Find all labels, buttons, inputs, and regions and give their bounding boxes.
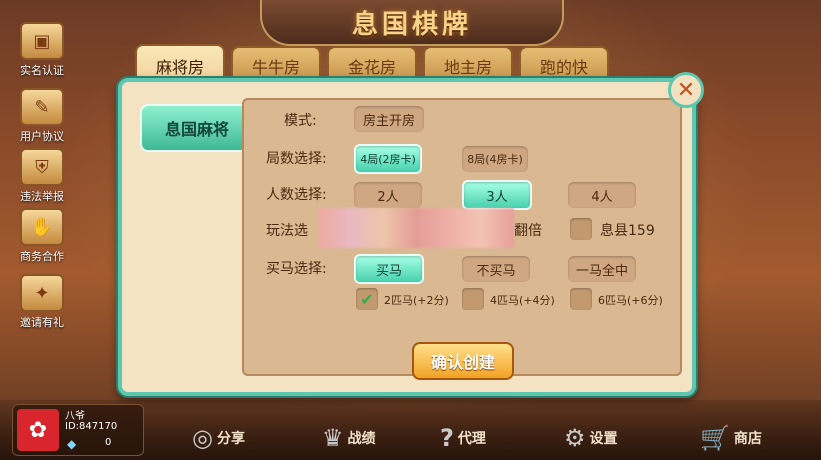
nav-share[interactable]: ◎ 分享 (192, 420, 245, 456)
title-banner: 息国棋牌 (260, 0, 564, 46)
side-item-agreement[interactable]: ✎ 用户协议 (6, 88, 78, 144)
user-id: ID:847170 (65, 421, 118, 432)
handshake-icon: ✋ (20, 208, 64, 246)
players-option-4[interactable]: 4人 (568, 182, 636, 208)
agreement-icon: ✎ (20, 88, 64, 126)
buy-horse-option-yes[interactable]: 买马 (354, 254, 424, 284)
diamond-icon: ◆ (67, 437, 77, 451)
cart-icon: 🛒 (700, 424, 730, 452)
nav-label: 分享 (216, 431, 245, 447)
horse-count-2-checkbox[interactable]: ✔ (356, 288, 378, 310)
avatar: ✿ (17, 409, 59, 451)
report-shield-icon: ⛨ (20, 148, 64, 186)
checkmark-icon: ✔ (360, 289, 374, 309)
rules-partial-option: 翻倍 (514, 223, 542, 239)
players-label: 人数选择: (266, 187, 327, 203)
side-item-business[interactable]: ✋ 商务合作 (6, 208, 78, 264)
rounds-option-4[interactable]: 4局(2房卡) (354, 144, 422, 174)
buy-horse-option-no[interactable]: 不买马 (462, 256, 530, 282)
horse-count-4-checkbox[interactable] (462, 288, 484, 310)
nav-label: 战绩 (347, 431, 376, 447)
nav-shop[interactable]: 🛒 商店 (700, 420, 762, 456)
side-item-label: 商务合作 (20, 250, 64, 263)
close-icon: ✕ (676, 77, 696, 103)
gear-icon: ⚙ (564, 424, 586, 452)
side-item-realname[interactable]: ▣ 实名认证 (6, 22, 78, 78)
trophy-icon: ♛ (322, 424, 344, 452)
diamond-count: 0 (105, 437, 112, 448)
rounds-label: 局数选择: (266, 151, 327, 167)
rules-extra-checkbox[interactable] (570, 218, 592, 240)
nav-label: 商店 (733, 431, 762, 447)
buy-horse-label: 买马选择: (266, 261, 327, 277)
user-info[interactable]: ✿ 八爷 ID:847170 ◆ 0 (12, 404, 144, 456)
nav-label: 代理 (457, 431, 486, 447)
user-name: 八爷 (65, 411, 85, 422)
side-item-report[interactable]: ⛨ 违法举报 (6, 148, 78, 204)
id-card-icon: ▣ (20, 22, 64, 60)
create-room-panel: 息国麻将 模式: 房主开房 局数选择: 4局(2房卡) 8局(4房卡) 人数选择… (118, 78, 696, 396)
share-icon: ◎ (192, 424, 213, 452)
mode-value: 房主开房 (354, 106, 424, 132)
question-icon: ? (440, 424, 454, 452)
side-item-label: 实名认证 (20, 64, 64, 77)
buy-horse-option-all[interactable]: 一马全中 (568, 256, 636, 282)
nav-label: 设置 (589, 431, 618, 447)
side-item-label: 用户协议 (20, 130, 64, 143)
horse-count-4-label: 4匹马(+4分) (490, 294, 555, 307)
blurred-region (318, 208, 514, 248)
rounds-option-8[interactable]: 8局(4房卡) (462, 146, 528, 172)
confirm-create-button[interactable]: 确认创建 (412, 342, 514, 380)
nav-settings[interactable]: ⚙ 设置 (564, 420, 618, 456)
close-button[interactable]: ✕ (668, 72, 704, 108)
side-menu: ▣ 实名认证 ✎ 用户协议 ⛨ 违法举报 ✋ 商务合作 ✦ 邀请有礼 (0, 0, 84, 400)
horse-count-6-checkbox[interactable] (570, 288, 592, 310)
nav-records[interactable]: ♛ 战绩 (322, 420, 376, 456)
game-mode-tag[interactable]: 息国麻将 (140, 104, 266, 152)
side-item-label: 邀请有礼 (20, 316, 64, 329)
rules-label: 玩法选 (266, 223, 308, 239)
nav-agent[interactable]: ? 代理 (440, 420, 486, 456)
players-option-2[interactable]: 2人 (354, 182, 422, 208)
rules-extra-label: 息县159 (600, 223, 655, 239)
horse-count-6-label: 6匹马(+6分) (598, 294, 663, 307)
horse-count-2-label: 2匹马(+2分) (384, 294, 449, 307)
gift-icon: ✦ (20, 274, 64, 312)
app-title: 息国棋牌 (351, 9, 472, 40)
mode-label: 模式: (284, 113, 317, 129)
side-item-invite[interactable]: ✦ 邀请有礼 (6, 274, 78, 330)
side-item-label: 违法举报 (20, 190, 64, 203)
players-option-3[interactable]: 3人 (462, 180, 532, 210)
